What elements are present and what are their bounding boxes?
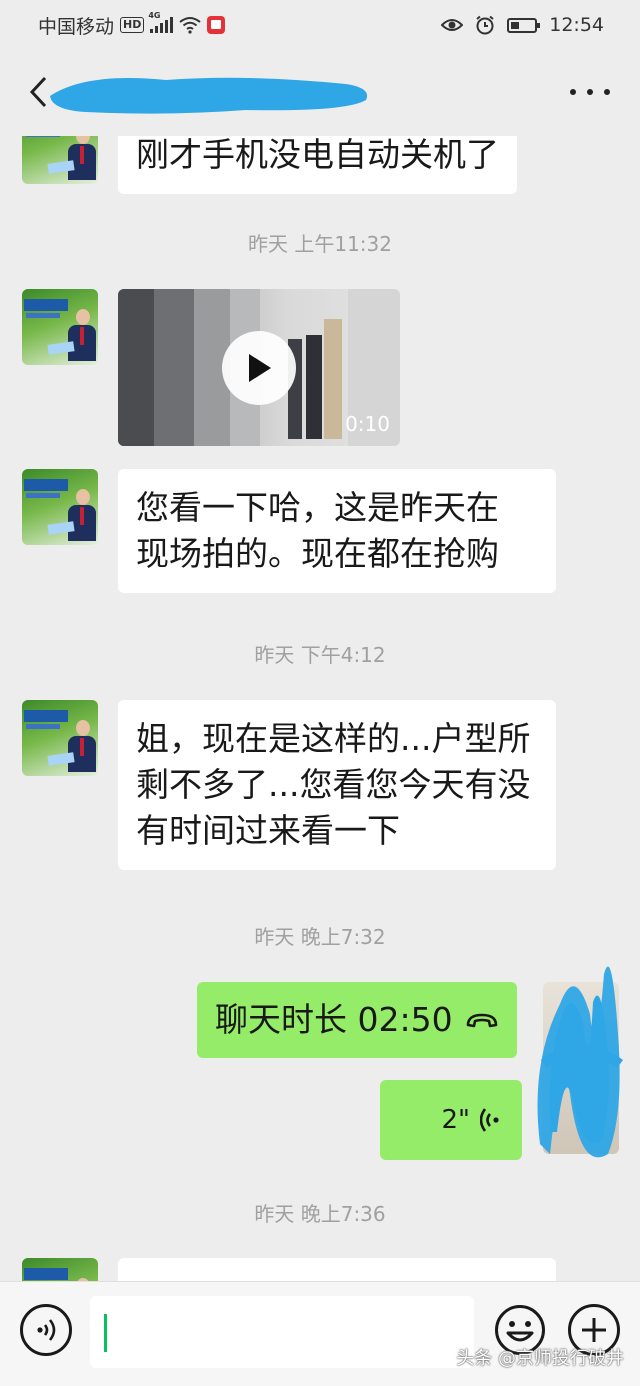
plus-icon — [582, 1318, 606, 1342]
time-stamp: 昨天 上午11:32 — [248, 232, 392, 256]
alarm-icon — [476, 15, 494, 35]
text-caret — [104, 1314, 107, 1352]
message-text: 剩不多了...您看您今天有没 — [136, 765, 531, 804]
redaction-scribble — [537, 966, 623, 1158]
contact-avatar[interactable] — [22, 136, 98, 184]
message-text: 姐，现在是这样的...户型所 — [136, 719, 531, 758]
message-text: 刚才手机没电自动关机了 — [136, 136, 499, 174]
hd-badge: HD — [120, 17, 145, 33]
message-text: 您看一下哈，这是昨天在 — [136, 488, 499, 527]
time-stamp: 昨天 下午4:12 — [254, 643, 386, 667]
call-duration-text: 聊天时长 02:50 — [215, 1000, 453, 1039]
voice-message[interactable]: 2" — [380, 1080, 522, 1160]
message-input[interactable] — [90, 1296, 474, 1368]
message-text: 现场拍的。现在都在抢购 — [136, 534, 499, 573]
more-dots-icon — [570, 89, 576, 95]
message-bubble[interactable] — [118, 1258, 556, 1281]
chevron-left-icon — [29, 76, 47, 108]
network-label: 4G — [148, 11, 161, 20]
voice-wave-icon — [480, 1108, 499, 1132]
clock: 12:54 — [549, 14, 604, 36]
red-app-icon — [207, 16, 226, 34]
message-text: 有时间过来看一下 — [136, 811, 400, 850]
phone-hangup-icon — [466, 1013, 497, 1028]
play-icon — [249, 354, 271, 382]
contact-avatar[interactable] — [22, 700, 98, 776]
battery-icon — [507, 17, 541, 33]
video-duration: 0:10 — [345, 412, 390, 436]
signal-icon: 4G — [148, 11, 174, 33]
contact-avatar[interactable] — [22, 1258, 98, 1281]
play-button[interactable] — [222, 331, 296, 405]
eye-comfort-icon — [441, 19, 464, 31]
watermark: 头条 @京师投行破井 — [456, 1348, 624, 1369]
time-stamp: 昨天 晚上7:36 — [254, 1202, 386, 1226]
message-bubble[interactable]: 姐，现在是这样的...户型所 剩不多了...您看您今天有没 有时间过来看一下 — [118, 700, 556, 870]
chat-messages[interactable]: 刚才手机没电自动关机了 昨天 上午11:32 0:10 您看一下哈，这是昨天在 … — [0, 136, 640, 1281]
voice-input-button[interactable] — [20, 1304, 72, 1356]
input-bar: 头条 @京师投行破井 — [0, 1281, 640, 1386]
redacted-contact-name — [50, 77, 368, 114]
carrier-label: 中国移动 — [38, 15, 115, 38]
message-bubble[interactable]: 您看一下哈，这是昨天在 现场拍的。现在都在抢购 — [118, 469, 556, 593]
video-message[interactable]: 0:10 — [118, 289, 400, 446]
chat-header — [0, 50, 640, 136]
contact-avatar[interactable] — [22, 469, 98, 545]
more-options-button[interactable] — [570, 80, 610, 104]
contact-avatar[interactable] — [22, 289, 98, 365]
status-bar: 中国移动 HD 4G 12:54 — [0, 0, 640, 50]
voice-duration: 2" — [441, 1105, 470, 1135]
message-bubble[interactable]: 刚才手机没电自动关机了 — [118, 136, 517, 194]
voice-input-icon — [37, 1319, 56, 1341]
wifi-icon — [179, 17, 201, 34]
call-record-message[interactable]: 聊天时长 02:50 — [197, 982, 517, 1058]
